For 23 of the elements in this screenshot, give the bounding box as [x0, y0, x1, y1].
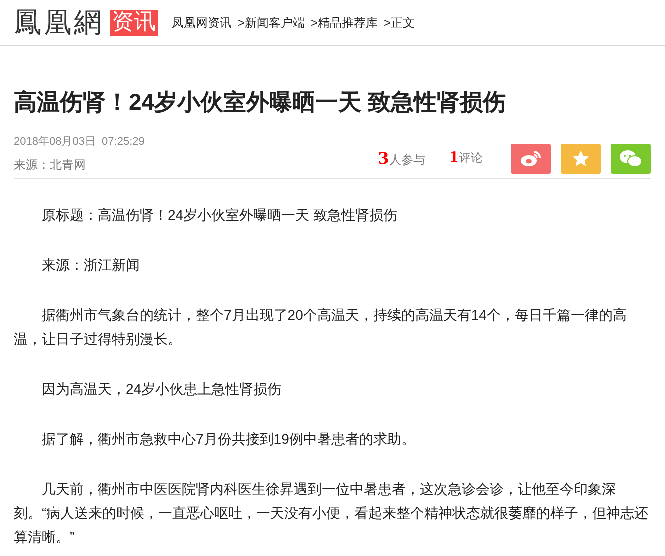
site-logo[interactable]: 鳳凰網 [14, 8, 104, 36]
article-paragraph: 因为高温天，24岁小伙患上急性肾损伤 [41, 380, 283, 398]
breadcrumb-link[interactable]: 凤凰网资讯 [172, 14, 232, 32]
article-paragraph: 来源：浙江新闻 [41, 256, 141, 274]
breadcrumb-link[interactable]: >新闻客户端 [238, 14, 306, 32]
breadcrumb-link[interactable]: >正文 [384, 14, 416, 32]
article-paragraph: 几天前，衢州市中医医院肾内科医生徐昇遇到一位中暑患者，这次急诊会诊，让他至今印象深刻。“病人送来的时候，一直恶心呕吐，一天没有小便，看起来整个精神状态就很萎靡的样子，但神志还算清晰。” [14, 480, 650, 546]
section-badge[interactable]: 资讯 [110, 10, 158, 36]
chat-bubbles-icon [619, 148, 643, 168]
breadcrumb-link[interactable]: >精品推荐库 [311, 14, 378, 32]
participants-link[interactable]: 3人参与 [378, 146, 426, 170]
publish-time: 2018年08月03日 07:25:29 [14, 135, 145, 150]
share-button[interactable] [561, 144, 601, 174]
article-title: 高温伤肾！24岁小伙室外曝晒一天 致急性肾损伤 [14, 88, 507, 116]
article-paragraph: 原标题：高温伤肾！24岁小伙室外曝晒一天 致急性肾损伤 [41, 206, 398, 224]
comments-link[interactable]: 1评论 [449, 148, 483, 169]
article-paragraph: 据了解，衢州市急救中心7月份共接到19例中暑患者的求助。 [41, 430, 416, 448]
article-paragraph: 据衢州市气象台的统计，整个7月出现了20个高温天，持续的高温天有14个，每日千篇一律的高温，让日子过得特别漫长。 [14, 306, 628, 348]
share-button[interactable] [611, 144, 651, 174]
source-text: 来源：北青网 [14, 156, 87, 174]
weibo-icon [520, 150, 542, 168]
star-icon [572, 150, 590, 168]
share-button[interactable] [511, 144, 551, 174]
